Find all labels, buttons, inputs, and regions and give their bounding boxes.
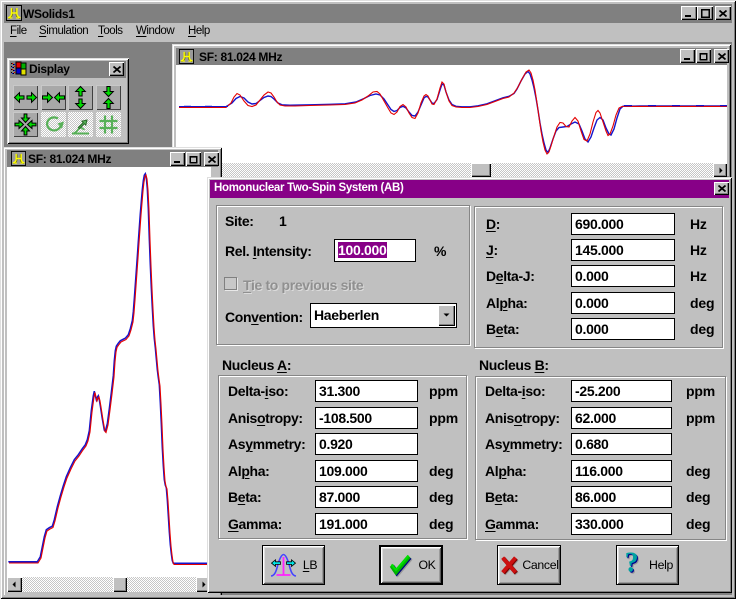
svg-text:?: ?: [625, 551, 639, 579]
